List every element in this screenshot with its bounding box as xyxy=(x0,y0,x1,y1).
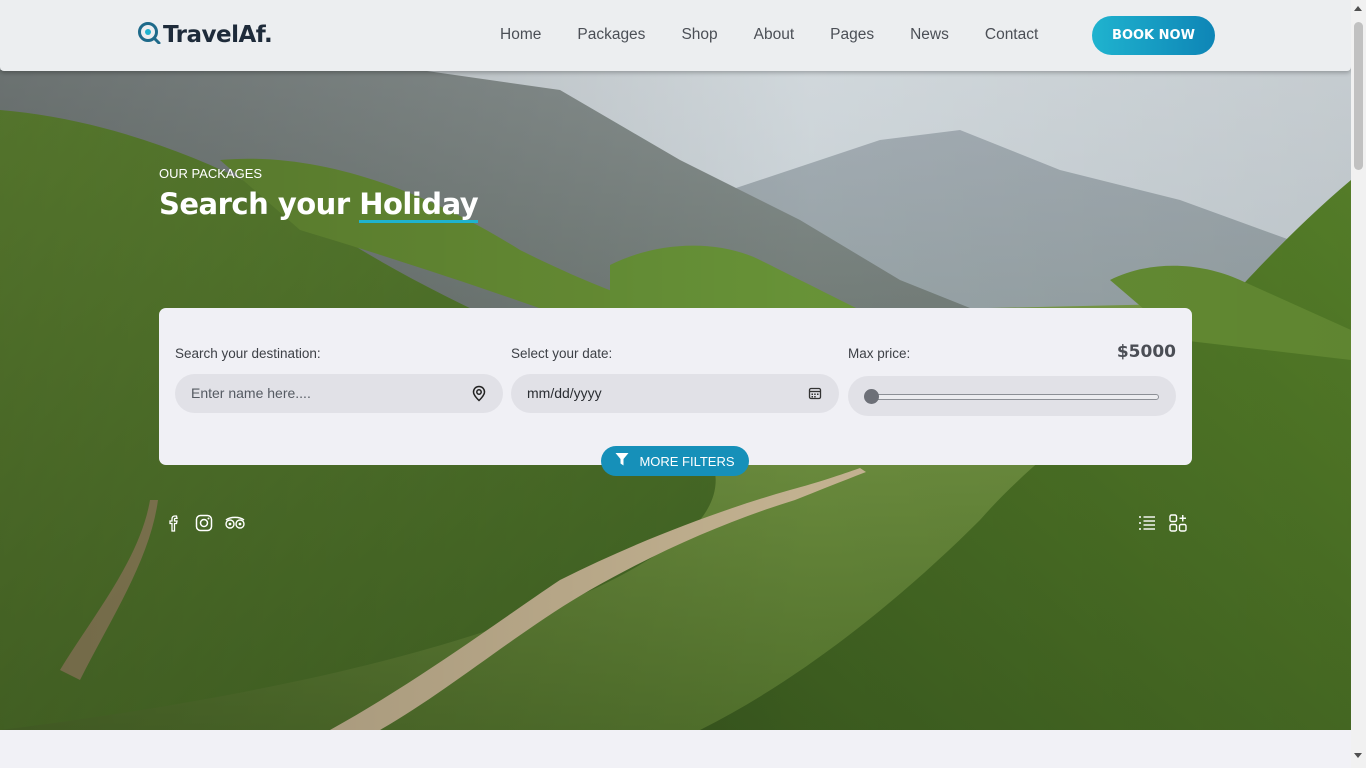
price-value: $5000 xyxy=(1116,342,1176,362)
nav-item-home[interactable]: Home xyxy=(500,26,541,44)
destination-input[interactable]: Enter name here.... xyxy=(175,374,503,413)
price-slider[interactable] xyxy=(848,376,1176,416)
nav-item-shop[interactable]: Shop xyxy=(681,26,717,44)
scroll-thumb[interactable] xyxy=(1354,22,1363,170)
date-input[interactable]: mm/dd/yyyy xyxy=(511,374,839,413)
location-pin-icon xyxy=(471,385,487,407)
price-slider-track[interactable] xyxy=(870,394,1159,400)
section-eyebrow: OUR PACKAGES xyxy=(159,166,263,181)
nav-item-news[interactable]: News xyxy=(910,26,949,44)
title-highlight: Holiday xyxy=(359,187,479,221)
filter-icon xyxy=(615,452,629,470)
tripadvisor-icon[interactable] xyxy=(224,513,245,533)
page-title: Search your Holiday xyxy=(159,187,479,221)
scroll-down-arrow[interactable] xyxy=(1354,753,1362,758)
destination-label: Search your destination: xyxy=(175,346,321,361)
title-prefix: Search your xyxy=(159,187,360,221)
nav-item-contact[interactable]: Contact xyxy=(985,26,1038,44)
price-slider-thumb[interactable] xyxy=(864,389,879,404)
nav-item-packages[interactable]: Packages xyxy=(577,26,645,44)
grid-view-icon[interactable] xyxy=(1168,513,1188,533)
site-header: TravelAf. Home Packages Shop About Pages… xyxy=(0,0,1351,71)
view-toggle xyxy=(1137,513,1188,533)
date-label: Select your date: xyxy=(511,346,613,361)
instagram-icon[interactable] xyxy=(194,513,214,533)
logo-icon xyxy=(137,20,161,49)
nav-item-pages[interactable]: Pages xyxy=(830,26,874,44)
scroll-up-arrow[interactable] xyxy=(1354,6,1362,11)
destination-placeholder: Enter name here.... xyxy=(191,385,311,401)
more-filters-button[interactable]: MORE FILTERS xyxy=(601,446,749,476)
list-view-icon[interactable] xyxy=(1137,513,1157,533)
more-filters-label: MORE FILTERS xyxy=(639,453,735,469)
calendar-icon[interactable] xyxy=(808,386,822,405)
main-nav: Home Packages Shop About Pages News Cont… xyxy=(500,26,1074,44)
logo-text: TravelAf. xyxy=(163,21,273,48)
date-placeholder: mm/dd/yyyy xyxy=(527,385,602,401)
book-now-button[interactable]: BOOK NOW xyxy=(1092,16,1215,55)
facebook-icon[interactable] xyxy=(164,513,184,533)
page-scrollbar[interactable] xyxy=(1351,0,1366,768)
nav-item-about[interactable]: About xyxy=(754,26,795,44)
price-label: Max price: xyxy=(848,346,911,361)
logo[interactable]: TravelAf. xyxy=(137,20,273,49)
search-panel: Search your destination: Enter name here… xyxy=(159,308,1192,465)
social-links xyxy=(164,513,254,533)
